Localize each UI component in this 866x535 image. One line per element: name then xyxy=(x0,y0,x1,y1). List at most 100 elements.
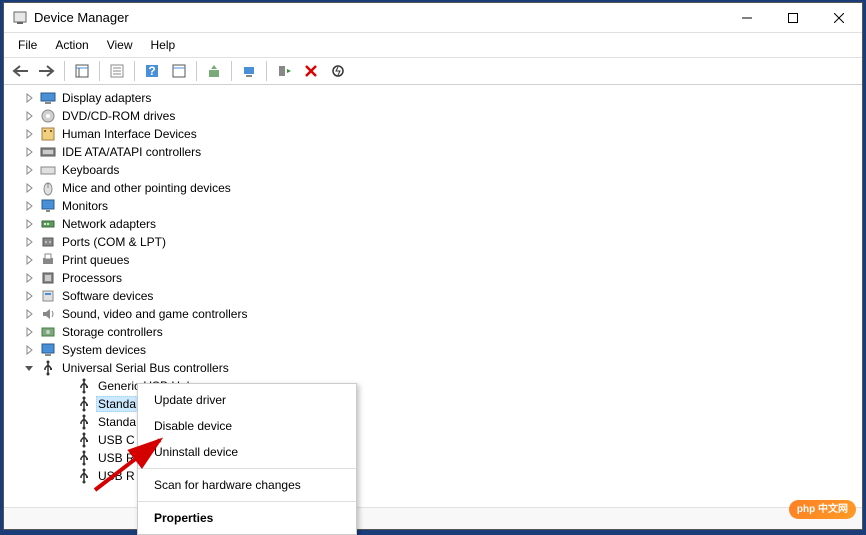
expand-icon[interactable] xyxy=(24,147,40,157)
ctx-properties[interactable]: Properties xyxy=(138,505,356,531)
expand-icon[interactable] xyxy=(24,273,40,283)
ctx-scan-hardware[interactable]: Scan for hardware changes xyxy=(138,472,356,498)
menu-view[interactable]: View xyxy=(99,35,141,55)
tree-category[interactable]: Display adapters xyxy=(6,89,860,107)
system-icon xyxy=(40,342,56,358)
tree-category[interactable]: Storage controllers xyxy=(6,323,860,341)
tree-device[interactable]: Standa xyxy=(6,395,860,413)
expand-icon[interactable] xyxy=(24,165,40,175)
tree-category[interactable]: Print queues xyxy=(6,251,860,269)
tree-device[interactable]: USB R xyxy=(6,449,860,467)
usb-icon xyxy=(76,378,92,394)
expand-icon[interactable] xyxy=(24,201,40,211)
software-icon xyxy=(40,288,56,304)
expand-icon[interactable] xyxy=(24,111,40,121)
svg-text:?: ? xyxy=(148,64,155,78)
category-label: Storage controllers xyxy=(60,325,165,339)
tree-category[interactable]: DVD/CD-ROM drives xyxy=(6,107,860,125)
scan-hardware-button[interactable] xyxy=(237,59,261,83)
tree-device[interactable]: USB R xyxy=(6,467,860,485)
printer-icon xyxy=(40,252,56,268)
tree-device[interactable]: Generic USB Hub xyxy=(6,377,860,395)
menu-help[interactable]: Help xyxy=(143,35,184,55)
expand-icon[interactable] xyxy=(24,345,40,355)
tree-category[interactable]: Mice and other pointing devices xyxy=(6,179,860,197)
expand-icon[interactable] xyxy=(24,309,40,319)
back-button[interactable] xyxy=(8,59,32,83)
expand-icon[interactable] xyxy=(24,219,40,229)
category-label: System devices xyxy=(60,343,148,357)
tree-device[interactable]: Standa xyxy=(6,413,860,431)
watermark: php 中文网 xyxy=(789,500,856,515)
category-label: IDE ATA/ATAPI controllers xyxy=(60,145,203,159)
monitor-icon xyxy=(40,198,56,214)
usb-icon xyxy=(40,360,56,376)
usb-icon xyxy=(76,414,92,430)
expand-icon[interactable] xyxy=(24,327,40,337)
expand-icon[interactable] xyxy=(24,129,40,139)
update-driver-button[interactable] xyxy=(202,59,226,83)
category-label: Ports (COM & LPT) xyxy=(60,235,168,249)
forward-button[interactable] xyxy=(35,59,59,83)
dvd-icon xyxy=(40,108,56,124)
help-button[interactable]: ? xyxy=(140,59,164,83)
expand-icon[interactable] xyxy=(24,291,40,301)
ctx-uninstall-device[interactable]: Uninstall device xyxy=(138,439,356,465)
minimize-button[interactable] xyxy=(724,3,770,33)
usb-icon xyxy=(76,432,92,448)
device-manager-window: Device Manager File Action View Help ? D… xyxy=(3,2,863,530)
category-label: Network adapters xyxy=(60,217,158,231)
show-hide-tree-button[interactable] xyxy=(70,59,94,83)
tree-category[interactable]: IDE ATA/ATAPI controllers xyxy=(6,143,860,161)
category-label: Mice and other pointing devices xyxy=(60,181,233,195)
tree-category[interactable]: Ports (COM & LPT) xyxy=(6,233,860,251)
tree-category[interactable]: Monitors xyxy=(6,197,860,215)
device-label: USB C xyxy=(96,433,137,447)
category-label: Print queues xyxy=(60,253,131,267)
category-label: Processors xyxy=(60,271,124,285)
tree-category[interactable]: Network adapters xyxy=(6,215,860,233)
tree-category[interactable]: Human Interface Devices xyxy=(6,125,860,143)
keyboard-icon xyxy=(40,162,56,178)
ctx-update-driver[interactable]: Update driver xyxy=(138,387,356,413)
category-label: Software devices xyxy=(60,289,155,303)
context-menu: Update driver Disable device Uninstall d… xyxy=(137,383,357,535)
sound-icon xyxy=(40,306,56,322)
usb-icon xyxy=(76,468,92,484)
storage-icon xyxy=(40,324,56,340)
ide-icon xyxy=(40,144,56,160)
expand-icon[interactable] xyxy=(24,183,40,193)
maximize-button[interactable] xyxy=(770,3,816,33)
collapse-icon[interactable] xyxy=(24,363,40,373)
titlebar[interactable]: Device Manager xyxy=(4,3,862,33)
port-icon xyxy=(40,234,56,250)
menubar: File Action View Help xyxy=(4,33,862,57)
tree-category[interactable]: Universal Serial Bus controllers xyxy=(6,359,860,377)
tree-category[interactable]: Software devices xyxy=(6,287,860,305)
menu-action[interactable]: Action xyxy=(47,35,96,55)
toolbar: ? xyxy=(4,57,862,85)
category-label: Keyboards xyxy=(60,163,121,177)
category-label: Human Interface Devices xyxy=(60,127,199,141)
properties-button[interactable] xyxy=(105,59,129,83)
hid-icon xyxy=(40,126,56,142)
tree-category[interactable]: System devices xyxy=(6,341,860,359)
menu-file[interactable]: File xyxy=(10,35,45,55)
tree-device[interactable]: USB C xyxy=(6,431,860,449)
ctx-disable-device[interactable]: Disable device xyxy=(138,413,356,439)
disable-device-button[interactable] xyxy=(326,59,350,83)
uninstall-device-button[interactable] xyxy=(299,59,323,83)
category-label: Display adapters xyxy=(60,91,153,105)
expand-icon[interactable] xyxy=(24,255,40,265)
device-tree[interactable]: Display adapters DVD/CD-ROM drives Human I… xyxy=(4,85,862,507)
expand-icon[interactable] xyxy=(24,93,40,103)
enable-device-button[interactable] xyxy=(272,59,296,83)
tree-category[interactable]: Processors xyxy=(6,269,860,287)
tree-category[interactable]: Keyboards xyxy=(6,161,860,179)
action-button[interactable] xyxy=(167,59,191,83)
close-button[interactable] xyxy=(816,3,862,33)
mouse-icon xyxy=(40,180,56,196)
expand-icon[interactable] xyxy=(24,237,40,247)
device-label: USB R xyxy=(96,469,137,483)
tree-category[interactable]: Sound, video and game controllers xyxy=(6,305,860,323)
